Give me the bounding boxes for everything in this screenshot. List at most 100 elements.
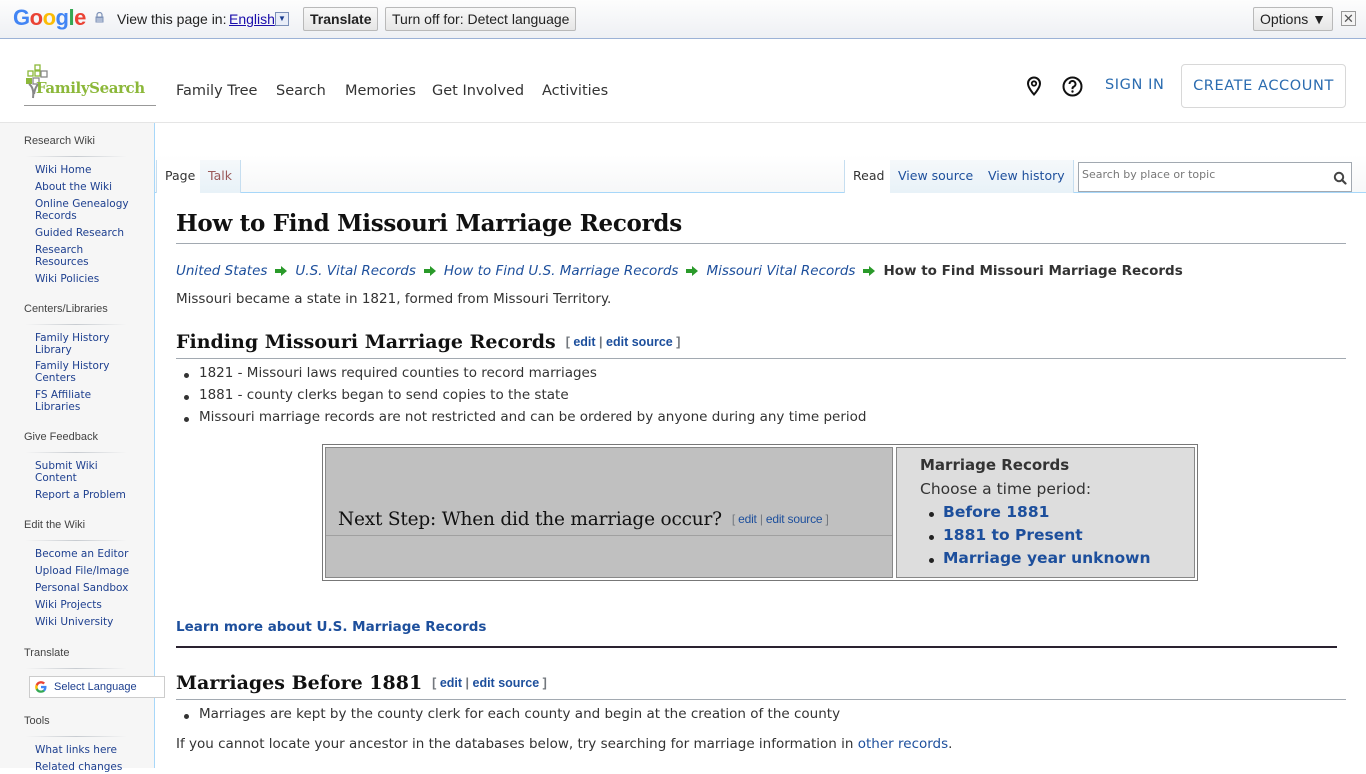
select-language-dropdown[interactable]: Select Language: [29, 676, 165, 698]
divider: [176, 243, 1346, 244]
next-step-question-panel: Next Step: When did the marriage occur? […: [325, 447, 893, 578]
sidebar-item-fs-affiliate-libraries[interactable]: FS Affiliate Libraries: [35, 389, 115, 413]
time-period-list: Before 1881 1881 to Present Marriage yea…: [928, 503, 1150, 572]
arrow-right-icon: [686, 266, 699, 276]
sidebar-item-submit-content[interactable]: Submit Wiki Content: [35, 460, 115, 484]
sidebar-item-personal-sandbox[interactable]: Personal Sandbox: [35, 582, 145, 595]
divider: [326, 535, 892, 536]
breadcrumb-link[interactable]: United States: [176, 263, 267, 279]
tab-view-source[interactable]: View source: [890, 160, 983, 193]
breadcrumb-link[interactable]: Missouri Vital Records: [706, 263, 855, 279]
nav-family-tree[interactable]: Family Tree: [176, 83, 257, 99]
sidebar-item-report-problem[interactable]: Report a Problem: [35, 489, 145, 502]
time-period-title: Marriage Records: [920, 456, 1070, 474]
edit-link[interactable]: edit: [440, 676, 462, 690]
sidebar-item-wiki-projects[interactable]: Wiki Projects: [35, 599, 145, 612]
close-icon[interactable]: ✕: [1341, 11, 1356, 26]
divider: [25, 156, 127, 157]
options-button[interactable]: Options ▼: [1253, 7, 1333, 31]
view-page-label: View this page in:: [117, 11, 227, 27]
familysearch-logo[interactable]: FamilySearch: [24, 64, 156, 106]
site-header: FamilySearch Family Tree Search Memories…: [0, 40, 1366, 123]
tab-view-history[interactable]: View history: [980, 160, 1074, 193]
sidebar-heading-feedback: Give Feedback: [24, 431, 98, 443]
edit-link[interactable]: edit: [738, 512, 757, 526]
next-step-box: Next Step: When did the marriage occur? […: [322, 444, 1198, 581]
nav-activities[interactable]: Activities: [542, 83, 608, 99]
lock-icon: [95, 12, 104, 23]
location-pin-icon[interactable]: [1026, 76, 1042, 96]
list-item: Missouri marriage records are not restri…: [184, 409, 867, 431]
sidebar-item-upload-file[interactable]: Upload File/Image: [35, 565, 145, 578]
google-logo: Google: [13, 5, 86, 30]
edit-source-link[interactable]: edit source: [766, 512, 823, 526]
learn-more-link[interactable]: Learn more about U.S. Marriage Records: [176, 619, 486, 635]
search-icon[interactable]: [1333, 171, 1347, 185]
breadcrumb-link[interactable]: How to Find U.S. Marriage Records: [444, 263, 679, 279]
breadcrumb: United States U.S. Vital Records How to Fi…: [176, 263, 1183, 279]
sidebar-item-wiki-home[interactable]: Wiki Home: [35, 164, 145, 177]
time-period-before-1881[interactable]: Before 1881: [928, 503, 1150, 526]
turn-off-button[interactable]: Turn off for: Detect language: [385, 7, 577, 31]
divider: [25, 452, 127, 453]
breadcrumb-current: How to Find Missouri Marriage Records: [883, 263, 1183, 279]
nav-get-involved[interactable]: Get Involved: [432, 83, 524, 99]
list-item: Marriages are kept by the county clerk f…: [183, 706, 840, 728]
time-period-unknown[interactable]: Marriage year unknown: [928, 549, 1150, 572]
wiki-search-box: [1078, 162, 1352, 192]
sidebar-item-family-history-centers[interactable]: Family History Centers: [35, 360, 115, 384]
divider: [176, 358, 1346, 359]
divider: [176, 699, 1346, 700]
divider: [25, 540, 127, 541]
sidebar-item-online-records[interactable]: Online Genealogy Records: [35, 198, 135, 222]
other-records-link[interactable]: other records: [858, 736, 948, 752]
next-step-heading: Next Step: When did the marriage occur? […: [338, 509, 829, 530]
google-g-icon: [35, 681, 47, 693]
google-translate-bar: Google View this page in: English ▼ Tran…: [0, 0, 1366, 39]
time-period-1881-to-present[interactable]: 1881 to Present: [928, 526, 1150, 549]
paragraph-text: If you cannot locate your ancestor in th…: [176, 736, 858, 752]
divider: [25, 668, 127, 669]
sidebar-item-family-history-library[interactable]: Family History Library: [35, 332, 115, 356]
sidebar-heading-centers: Centers/Libraries: [24, 303, 108, 315]
help-icon[interactable]: [1062, 76, 1083, 97]
edit-source-link[interactable]: edit source: [606, 335, 673, 349]
tab-read[interactable]: Read: [844, 160, 894, 193]
arrow-right-icon: [423, 266, 436, 276]
edit-source-link[interactable]: edit source: [473, 676, 540, 690]
language-dropdown-icon[interactable]: ▼: [275, 12, 289, 26]
sign-in-link[interactable]: SIGN IN: [1105, 77, 1165, 93]
tab-talk[interactable]: Talk: [200, 160, 241, 193]
sidebar-item-research-resources[interactable]: Research Resources: [35, 244, 105, 268]
tab-page[interactable]: Page: [156, 160, 205, 193]
nav-memories[interactable]: Memories: [345, 83, 416, 99]
sidebar-heading-edit-wiki: Edit the Wiki: [24, 519, 86, 531]
nav-search[interactable]: Search: [276, 83, 326, 99]
sidebar-item-about-wiki[interactable]: About the Wiki: [35, 181, 145, 194]
edit-section-links: [ edit | edit source ]: [432, 676, 547, 690]
create-account-button[interactable]: CREATE ACCOUNT: [1181, 64, 1346, 108]
other-records-paragraph: If you cannot locate your ancestor in th…: [176, 736, 952, 752]
sidebar-heading-research-wiki: Research Wiki: [24, 135, 95, 147]
edit-link[interactable]: edit: [573, 335, 595, 349]
sidebar: Research Wiki Wiki Home About the Wiki O…: [0, 123, 165, 773]
language-link[interactable]: English: [229, 11, 275, 27]
wiki-search-input[interactable]: [1082, 168, 1322, 181]
edit-section-links: [ edit | edit source ]: [565, 335, 681, 349]
divider: [25, 324, 127, 325]
translate-button[interactable]: Translate: [303, 7, 379, 31]
bullet-list: Marriages are kept by the county clerk f…: [183, 706, 840, 728]
section-heading-text: Marriages Before 1881: [176, 672, 423, 694]
intro-text: Missouri became a state in 1821, formed …: [176, 291, 612, 307]
sidebar-item-become-editor[interactable]: Become an Editor: [35, 548, 145, 561]
section-heading-finding: Finding Missouri Marriage Records [ edit …: [176, 331, 680, 353]
sidebar-item-wiki-university[interactable]: Wiki University: [35, 616, 145, 629]
page-title: How to Find Missouri Marriage Records: [176, 210, 682, 237]
sidebar-item-guided-research[interactable]: Guided Research: [35, 227, 145, 240]
sidebar-item-what-links-here[interactable]: What links here: [35, 744, 145, 757]
bullet-list: 1821 - Missouri laws required counties t…: [184, 365, 867, 431]
paragraph-text: .: [948, 736, 953, 752]
sidebar-item-wiki-policies[interactable]: Wiki Policies: [35, 273, 145, 286]
breadcrumb-link[interactable]: U.S. Vital Records: [295, 263, 415, 279]
section-heading-text: Finding Missouri Marriage Records: [176, 331, 556, 353]
